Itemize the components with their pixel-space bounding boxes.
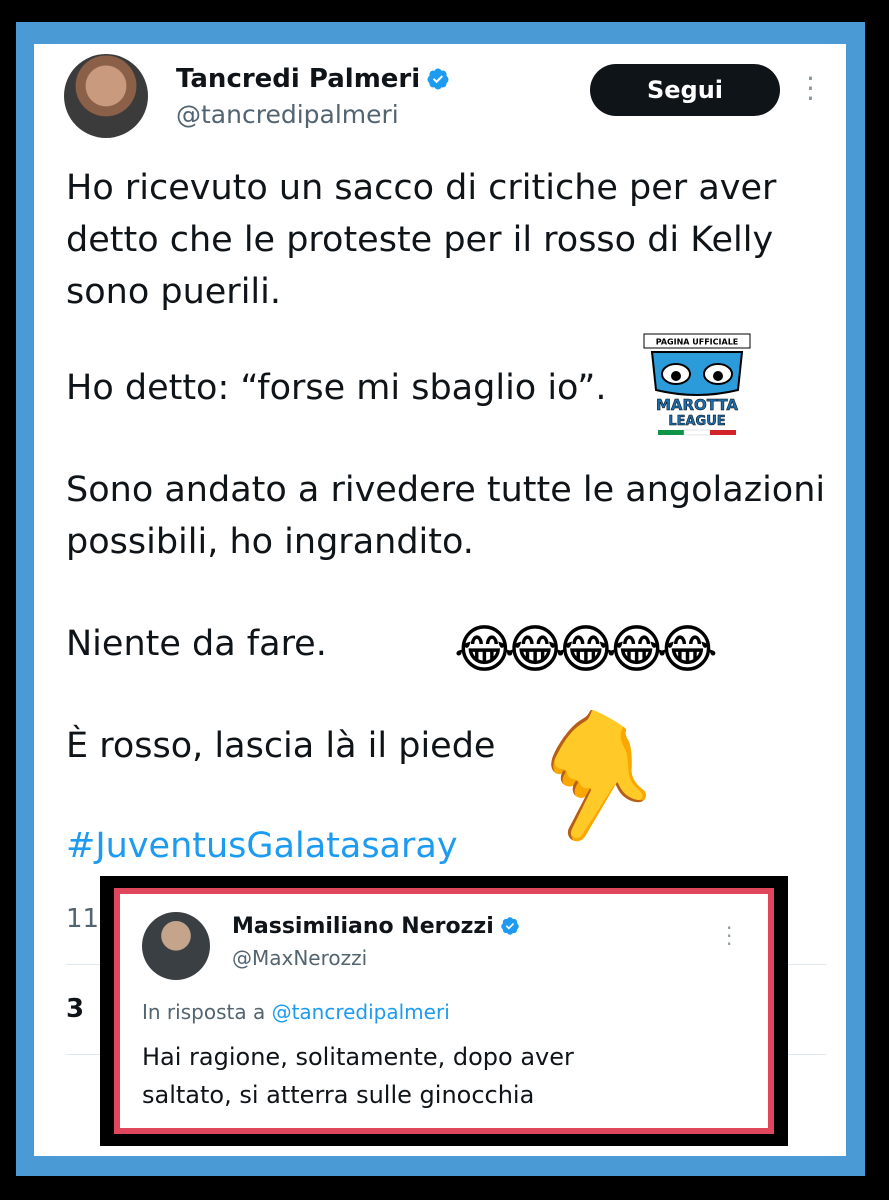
reply-text: Hai ragione, solitamente, dopo aver salt…	[142, 1038, 574, 1114]
verified-icon	[501, 917, 519, 935]
author-name[interactable]: Tancredi Palmeri	[176, 64, 450, 94]
reply-author-handle[interactable]: @MaxNerozzi	[232, 946, 367, 970]
reply-to-line: In risposta a @tancredipalmeri	[142, 1000, 450, 1024]
laughing-emoji-icon: 😂	[657, 620, 718, 680]
tweet-text-line: sono puerili.	[66, 272, 281, 312]
laughing-emoji-row: 😂😂😂😂😂	[454, 620, 718, 680]
author-avatar[interactable]	[64, 54, 148, 138]
reply-author-name-text: Massimiliano Nerozzi	[232, 914, 494, 939]
reply-to-prefix: In risposta a	[142, 1000, 266, 1024]
reply-text-line: Hai ragione, solitamente, dopo aver	[142, 1043, 574, 1071]
hashtag-link[interactable]: #JuventusGalatasaray	[66, 820, 458, 872]
more-options-icon[interactable]: · · ·	[726, 918, 732, 954]
logo-top-text: PAGINA UFFICIALE	[656, 338, 739, 347]
tweet-text-line: Ho detto: “forse mi sbaglio io”.	[66, 368, 607, 408]
more-options-icon[interactable]: · · ·	[806, 65, 815, 113]
laughing-emoji-icon: 😂	[606, 620, 667, 680]
tweet-text-line: detto che le proteste per il rosso di Ke…	[66, 220, 774, 260]
reply-tweet-card: Massimiliano Nerozzi @MaxNerozzi · · · In …	[114, 888, 774, 1134]
tweet-text-line: Niente da fare.	[66, 624, 327, 664]
verified-icon	[427, 68, 449, 90]
author-name-text: Tancredi Palmeri	[176, 64, 421, 94]
tweet-text-line: È rosso, lascia là il piede	[66, 726, 496, 766]
reply-author-name[interactable]: Massimiliano Nerozzi	[232, 914, 520, 939]
reply-author-avatar[interactable]	[142, 912, 210, 980]
tweet-text-line: Ho ricevuto un sacco di critiche per ave…	[66, 168, 777, 208]
tweet-text-line: possibili, ho ingrandito.	[66, 522, 474, 562]
logo-line2: LEAGUE	[668, 414, 725, 429]
marotta-league-logo: PAGINA UFFICIALE MAROTTA LEAGUE	[643, 333, 751, 436]
laughing-emoji-icon: 😂	[454, 620, 515, 680]
tweet-text-line: Sono andato a rivedere tutte le angolazi…	[66, 470, 826, 510]
follow-button[interactable]: Segui	[590, 64, 780, 116]
pointing-down-emoji-icon: 👇	[495, 682, 692, 876]
laughing-emoji-icon: 😂	[555, 620, 617, 680]
laughing-emoji-icon: 😂	[504, 620, 566, 680]
reply-text-line: saltato, si atterra sulle ginocchia	[142, 1081, 535, 1109]
logo-line1: MAROTTA	[656, 396, 738, 414]
author-handle[interactable]: @tancredipalmeri	[176, 100, 399, 129]
reply-to-mention[interactable]: @tancredipalmeri	[272, 1000, 450, 1024]
retweet-count[interactable]: 3	[66, 994, 84, 1024]
